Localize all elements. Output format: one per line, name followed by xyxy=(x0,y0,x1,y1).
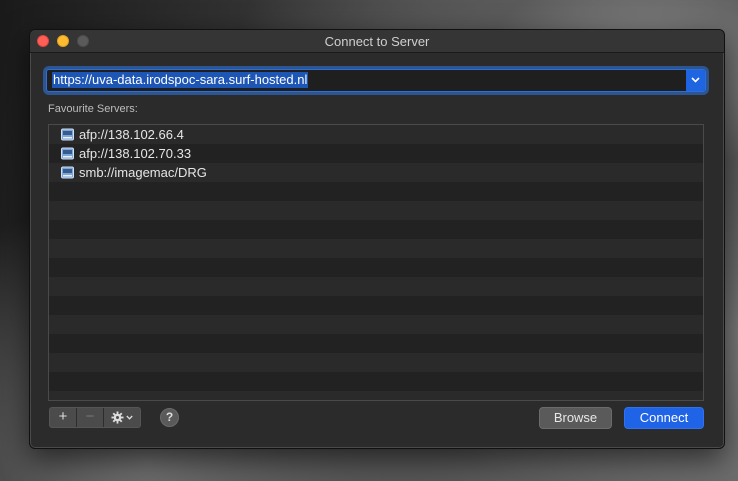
network-drive-icon xyxy=(61,166,74,179)
favourite-servers-list[interactable]: afp://138.102.66.4 afp://138.102.70.33 s… xyxy=(48,124,704,401)
network-drive-icon xyxy=(61,128,74,141)
chevron-down-icon xyxy=(691,77,700,83)
favourite-servers-label: Favourite Servers: xyxy=(48,103,138,115)
window-title: Connect to Server xyxy=(324,34,430,49)
list-item-label: smb://imagemac/DRG xyxy=(79,165,207,180)
list-item-label: afp://138.102.70.33 xyxy=(79,146,192,161)
list-item[interactable]: smb://imagemac/DRG xyxy=(49,163,703,182)
gear-icon xyxy=(111,411,124,424)
remove-favourite-button[interactable]: − xyxy=(77,408,104,427)
list-item[interactable]: afp://138.102.66.4 xyxy=(49,125,703,144)
connect-to-server-window: Connect to Server https://uva-data.irods… xyxy=(29,29,725,449)
list-item[interactable]: afp://138.102.70.33 xyxy=(49,144,703,163)
server-address-text[interactable]: https://uva-data.irodspoc-sara.surf-host… xyxy=(52,72,309,88)
favourites-toolbar: + − xyxy=(49,407,141,428)
network-drive-icon xyxy=(61,147,74,160)
connect-button[interactable]: Connect xyxy=(624,407,704,429)
add-favourite-button[interactable]: + xyxy=(50,408,77,427)
action-menu-button[interactable] xyxy=(104,408,140,427)
title-bar[interactable]: Connect to Server xyxy=(30,30,724,53)
help-button[interactable]: ? xyxy=(160,408,179,427)
chevron-down-icon xyxy=(126,415,133,420)
server-address-field[interactable]: https://uva-data.irodspoc-sara.surf-host… xyxy=(46,69,706,92)
browse-button[interactable]: Browse xyxy=(539,407,612,429)
recent-servers-dropdown[interactable] xyxy=(686,70,705,91)
list-item-label: afp://138.102.66.4 xyxy=(79,127,184,142)
